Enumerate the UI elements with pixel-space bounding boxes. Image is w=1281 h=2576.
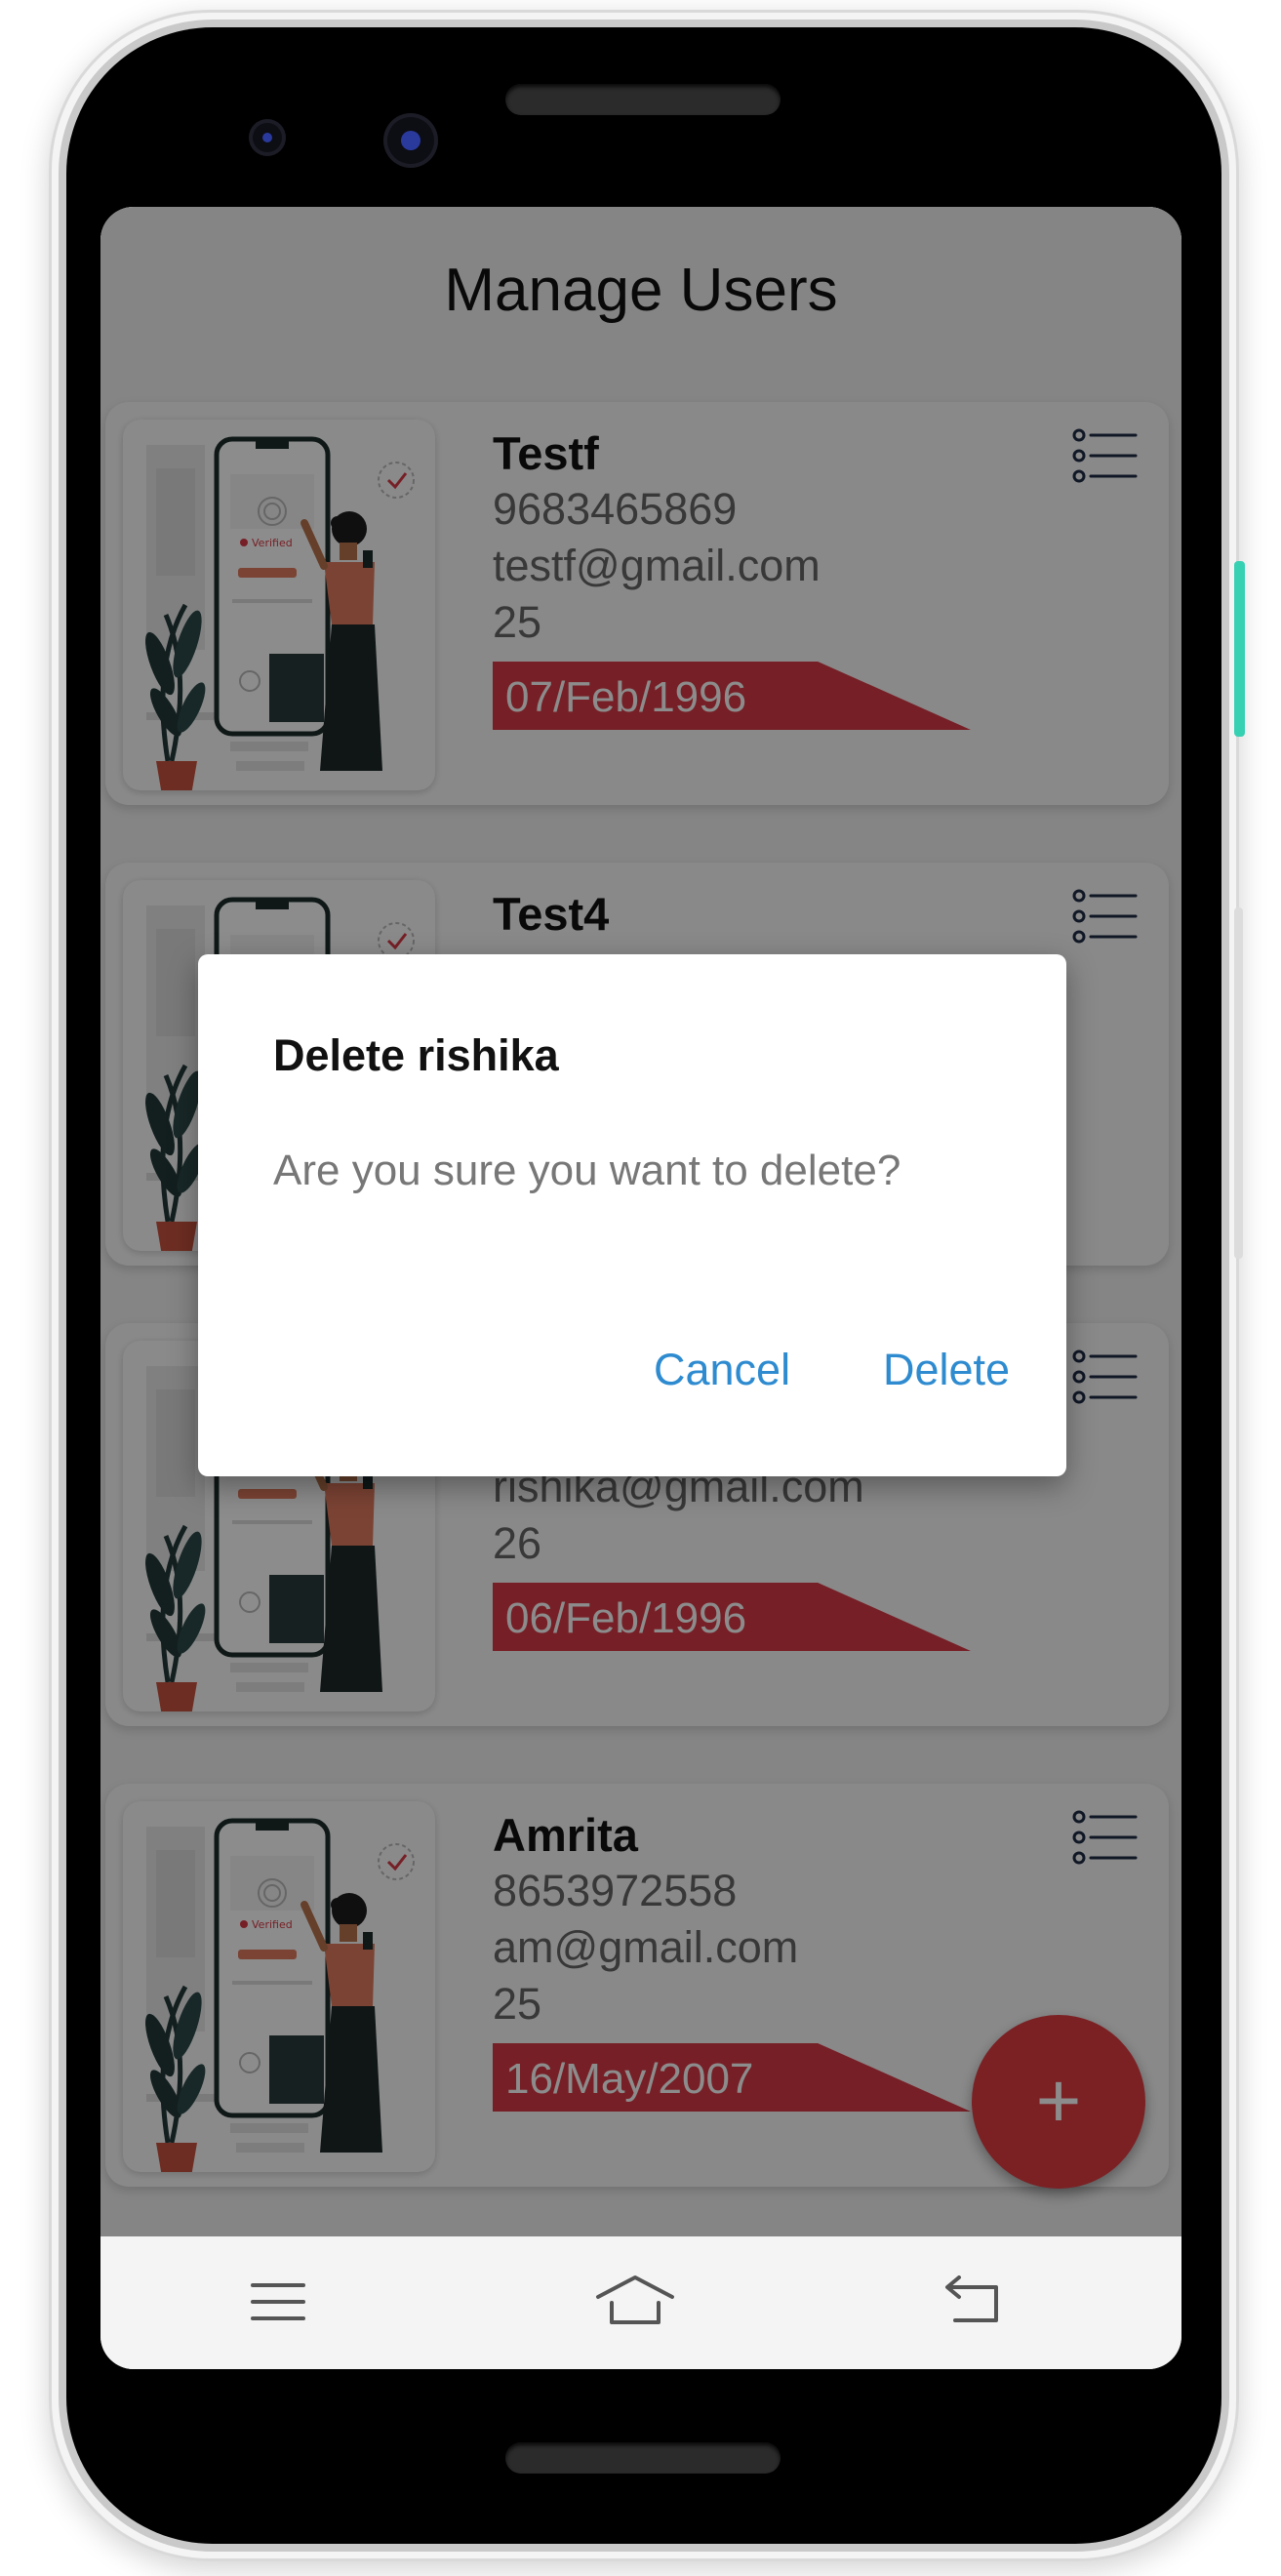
front-camera-main-icon bbox=[383, 113, 438, 168]
volume-button bbox=[1234, 907, 1243, 1259]
back-icon[interactable] bbox=[941, 2275, 1004, 2328]
power-button bbox=[1234, 561, 1245, 737]
dialog-title: Delete rishika bbox=[273, 1030, 559, 1080]
delete-dialog: Delete rishika Are you sure you want to … bbox=[198, 954, 1066, 1476]
home-icon[interactable] bbox=[594, 2272, 676, 2328]
delete-button[interactable]: Delete bbox=[883, 1345, 1010, 1395]
earpiece-speaker bbox=[505, 84, 781, 115]
menu-icon[interactable] bbox=[249, 2277, 307, 2326]
dialog-message: Are you sure you want to delete? bbox=[273, 1147, 901, 1194]
system-nav-bar bbox=[100, 2236, 1181, 2369]
front-camera-icon bbox=[249, 119, 286, 156]
bottom-speaker bbox=[505, 2442, 781, 2474]
cancel-button[interactable]: Cancel bbox=[654, 1345, 790, 1395]
